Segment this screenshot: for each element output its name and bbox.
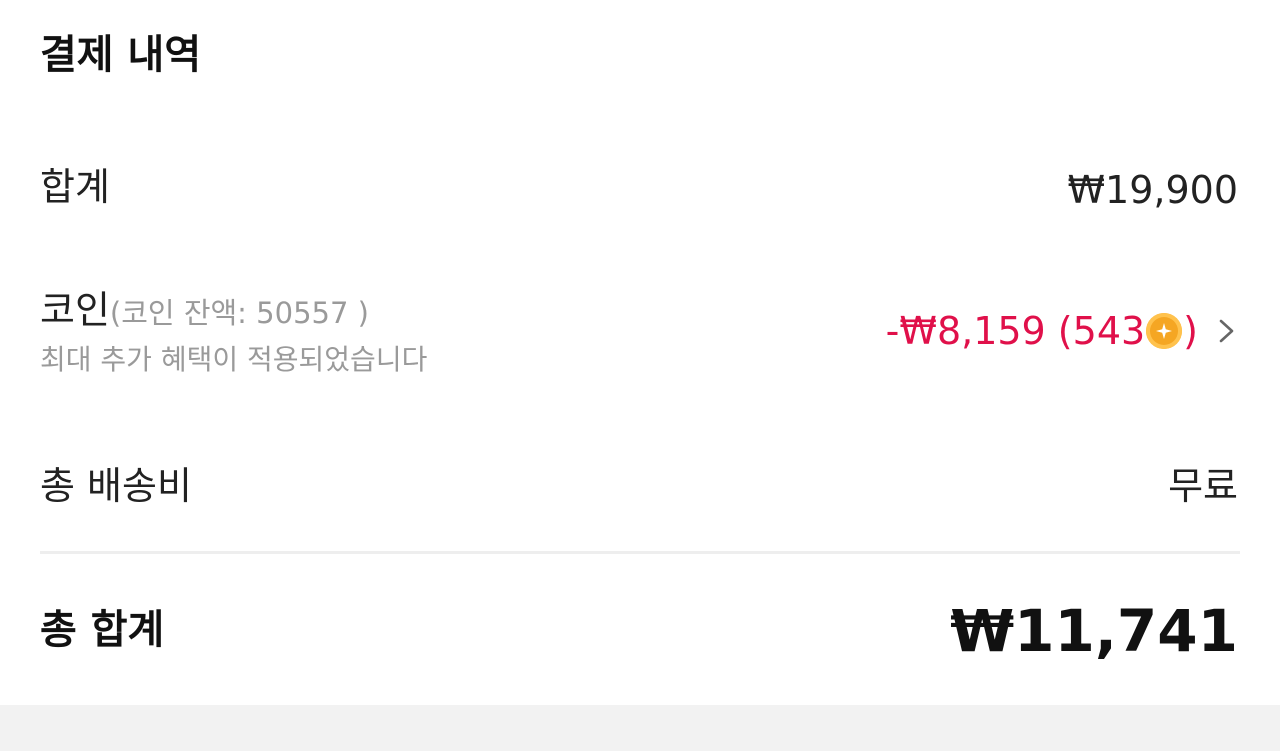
coin-discount-close: ) [1183, 309, 1198, 353]
subtotal-value: ₩19,900 [1067, 168, 1238, 212]
section-separator-band [0, 705, 1280, 751]
coin-balance: (코인 잔액: 50557 ) [109, 296, 369, 330]
coin-icon [1146, 313, 1183, 349]
payment-summary-card: 결제 내역 합계 ₩19,900 코인(코인 잔액: 50557 ) 최대 추가… [0, 0, 1280, 705]
chevron-right-icon[interactable] [1216, 318, 1238, 344]
coin-discount-amount: -₩8,159 ( [885, 309, 1073, 353]
coin-label: 코인 [40, 288, 110, 332]
coin-discount-value[interactable]: -₩8,159 (543) [886, 307, 1198, 355]
total-value: ₩11,741 [950, 597, 1238, 665]
coin-benefit-note: 최대 추가 혜택이 적용되었습니다 [40, 343, 428, 376]
divider [40, 551, 1240, 554]
coin-row-label: 코인(코인 잔액: 50557 ) [40, 286, 369, 337]
section-title: 결제 내역 [40, 32, 202, 78]
shipping-label: 총 배송비 [40, 464, 192, 508]
subtotal-label: 합계 [40, 165, 110, 209]
total-label: 총 합계 [40, 607, 165, 653]
shipping-value: 무료 [1168, 464, 1238, 508]
coin-count: 543 [1072, 309, 1146, 353]
